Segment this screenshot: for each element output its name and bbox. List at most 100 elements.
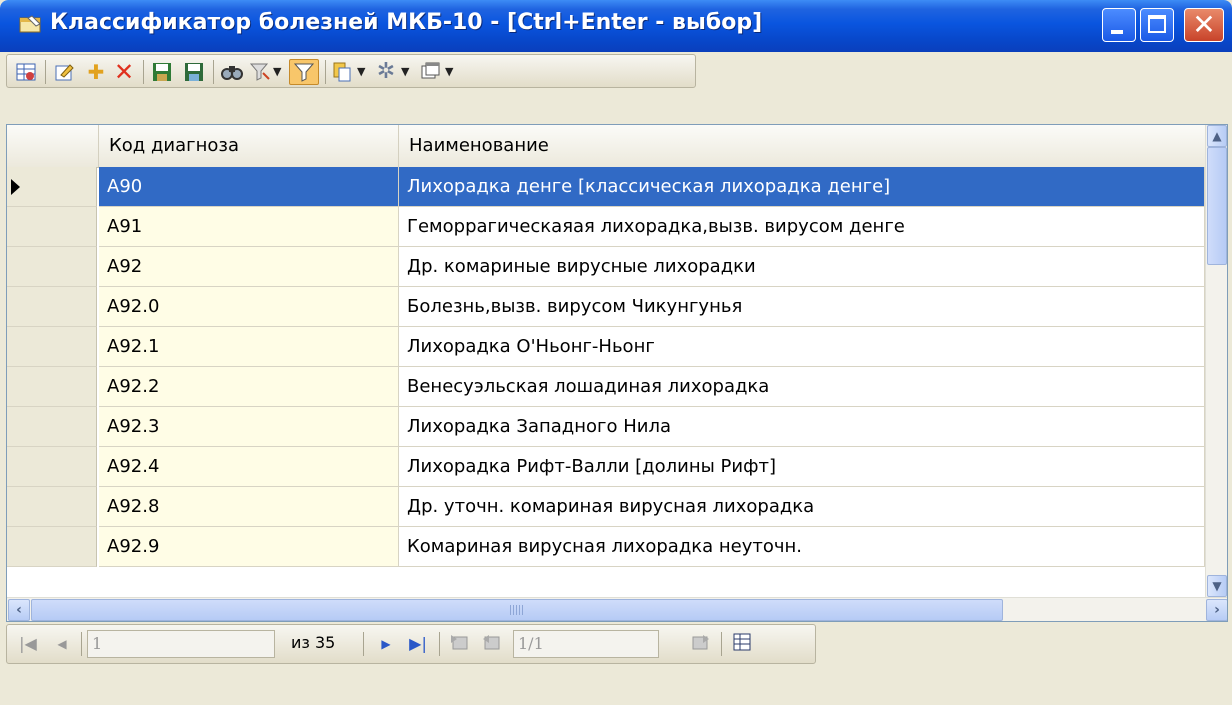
cell-name[interactable]: Болезнь,вызв. вирусом Чикунгунья: [399, 287, 1205, 327]
row-indicator[interactable]: [7, 407, 97, 447]
row-indicator[interactable]: [7, 447, 97, 487]
window-dropdown-icon[interactable]: [417, 59, 443, 85]
row-indicator[interactable]: [7, 367, 97, 407]
close-icon: ✕: [1192, 8, 1216, 41]
scroll-left-button[interactable]: ‹: [8, 599, 30, 621]
delete-icon[interactable]: ✕: [111, 59, 137, 85]
window: Классификатор болезней МКБ-10 - [Ctrl+En…: [0, 0, 1232, 705]
cell-code[interactable]: A92.1: [99, 327, 399, 367]
table-row[interactable]: A92.0 Болезнь,вызв. вирусом Чикунгунья: [7, 287, 1205, 327]
nav-separator: [363, 632, 364, 656]
cell-code[interactable]: A92.4: [99, 447, 399, 487]
cell-name[interactable]: Лихорадка О'Ньонг-Ньонг: [399, 327, 1205, 367]
prev-page-icon[interactable]: ◀: [49, 631, 75, 657]
maximize-button[interactable]: [1140, 8, 1174, 42]
table-row[interactable]: A92.2 Венесуэльская лошадиная лихорадка: [7, 367, 1205, 407]
vertical-scrollbar[interactable]: ▲ ▼: [1205, 125, 1227, 597]
row-indicator[interactable]: [7, 327, 97, 367]
horizontal-scrollbar[interactable]: ‹ ›: [7, 597, 1227, 621]
row-indicator-header: [7, 125, 99, 167]
chevron-down-icon[interactable]: ▼: [401, 65, 409, 78]
last-page-icon[interactable]: ▶|: [405, 631, 431, 657]
column-header-name[interactable]: Наименование: [399, 125, 1205, 167]
row-indicator[interactable]: [7, 207, 97, 247]
toolbar-separator: [325, 60, 326, 84]
first-page-icon[interactable]: |◀: [15, 631, 41, 657]
toolbar-strip: ✚ ✕ ▼ ▼ ✲ ▼ ▼: [6, 54, 696, 88]
cell-code[interactable]: A92.0: [99, 287, 399, 327]
toolbar-separator: [45, 60, 46, 84]
cell-code[interactable]: A92.2: [99, 367, 399, 407]
minimize-button[interactable]: [1102, 8, 1136, 42]
table-row[interactable]: A92.8 Др. уточн. комариная вирусная лихор…: [7, 487, 1205, 527]
save-all-icon[interactable]: [181, 59, 207, 85]
chevron-down-icon[interactable]: ▼: [357, 65, 365, 78]
grid-header: Код диагноза Наименование: [7, 125, 1205, 168]
page-number-input[interactable]: 1: [87, 630, 275, 658]
chevron-down-icon[interactable]: ▼: [273, 65, 281, 78]
table-row[interactable]: A92 Др. комариные вирусные лихорадки: [7, 247, 1205, 287]
next-page-icon[interactable]: ▶: [373, 631, 399, 657]
window-title: Классификатор болезней МКБ-10 - [Ctrl+En…: [50, 10, 763, 35]
close-button[interactable]: ✕: [1184, 8, 1224, 42]
cell-code[interactable]: A90: [99, 167, 399, 207]
copy-dropdown-icon[interactable]: [329, 59, 355, 85]
record-navigator: |◀ ◀ 1 из 35 ▶ ▶| 1/1: [6, 624, 816, 664]
row-indicator[interactable]: [7, 247, 97, 287]
scroll-right-button[interactable]: ›: [1206, 599, 1227, 621]
table-view-icon[interactable]: [729, 631, 755, 657]
title-bar[interactable]: Классификатор болезней МКБ-10 - [Ctrl+En…: [0, 0, 1232, 52]
cell-code[interactable]: A92.8: [99, 487, 399, 527]
table-row[interactable]: A90 Лихорадка денге [классическая лихорад…: [7, 167, 1205, 207]
filter-dropdown-icon[interactable]: [247, 59, 273, 85]
table-row[interactable]: A92.1 Лихорадка О'Ньонг-Ньонг: [7, 327, 1205, 367]
row-indicator[interactable]: [7, 167, 97, 207]
row-indicator[interactable]: [7, 527, 97, 567]
chevron-down-icon[interactable]: ▼: [445, 65, 453, 78]
record-number-input[interactable]: 1/1: [513, 630, 659, 658]
row-indicator[interactable]: [7, 487, 97, 527]
minimize-icon: [1111, 30, 1123, 34]
table-row[interactable]: A92.9 Комариная вирусная лихорадка неуточ…: [7, 527, 1205, 567]
cell-code[interactable]: A91: [99, 207, 399, 247]
toolbar-separator: [213, 60, 214, 84]
cell-name[interactable]: Др. комариные вирусные лихорадки: [399, 247, 1205, 287]
gear-icon[interactable]: ✲: [373, 59, 399, 85]
record-back-icon[interactable]: [447, 631, 473, 657]
column-header-code[interactable]: Код диагноза: [99, 125, 399, 167]
row-indicator[interactable]: [7, 287, 97, 327]
table-row[interactable]: A92.3 Лихорадка Западного Нила: [7, 407, 1205, 447]
add-icon[interactable]: ✚: [83, 59, 109, 85]
edit-icon[interactable]: [51, 59, 77, 85]
record-prev-icon[interactable]: [479, 631, 505, 657]
find-icon[interactable]: [219, 59, 245, 85]
cell-name[interactable]: Лихорадка Западного Нила: [399, 407, 1205, 447]
cell-name[interactable]: Лихорадка Рифт-Валли [долины Рифт]: [399, 447, 1205, 487]
vertical-scroll-thumb[interactable]: [1207, 147, 1227, 265]
cell-code[interactable]: A92.9: [99, 527, 399, 567]
horizontal-scroll-thumb[interactable]: [31, 599, 1003, 621]
cell-name[interactable]: Комариная вирусная лихорадка неуточн.: [399, 527, 1205, 567]
maximize-icon: [1148, 15, 1166, 33]
data-grid: Код диагноза Наименование A90 Лихорадка д…: [6, 124, 1228, 622]
grid-settings-icon[interactable]: [13, 59, 39, 85]
save-icon[interactable]: [149, 59, 175, 85]
cell-name[interactable]: Др. уточн. комариная вирусная лихорадка: [399, 487, 1205, 527]
classifier-icon: [19, 15, 41, 33]
record-next-icon[interactable]: [687, 631, 713, 657]
cell-name[interactable]: Геморрагическаяая лихорадка,вызв. вирусо…: [399, 207, 1205, 247]
scroll-up-button[interactable]: ▲: [1207, 125, 1227, 147]
scroll-down-button[interactable]: ▼: [1207, 575, 1227, 597]
toolbar: ✚ ✕ ▼ ▼ ✲ ▼ ▼: [0, 52, 1232, 122]
cell-code[interactable]: A92: [99, 247, 399, 287]
cell-code[interactable]: A92.3: [99, 407, 399, 447]
current-row-arrow-icon: [11, 179, 20, 195]
filter-icon[interactable]: [289, 59, 319, 85]
nav-separator: [721, 632, 722, 656]
cell-name[interactable]: Венесуэльская лошадиная лихорадка: [399, 367, 1205, 407]
scroll-grip-icon: [510, 605, 524, 615]
cell-name[interactable]: Лихорадка денге [классическая лихорадка …: [399, 167, 1205, 207]
table-row[interactable]: A91 Геморрагическаяая лихорадка,вызв. вир…: [7, 207, 1205, 247]
toolbar-separator: [143, 60, 144, 84]
table-row[interactable]: A92.4 Лихорадка Рифт-Валли [долины Рифт]: [7, 447, 1205, 487]
